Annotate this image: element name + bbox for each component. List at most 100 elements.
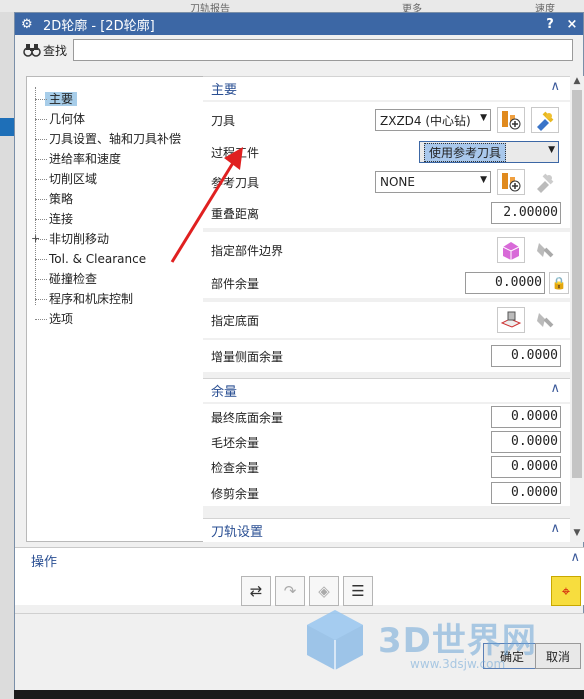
process-workpiece-value: 使用参考刀具 xyxy=(424,142,507,162)
overlap-label: 重叠距离 xyxy=(211,206,260,221)
nav-item-label: 几何体 xyxy=(49,112,86,126)
trim-stock-input[interactable]: 0.0000 xyxy=(491,482,561,504)
find-label: 查找 xyxy=(43,43,68,58)
nav-item-cut-region[interactable]: 切削区域 xyxy=(27,169,203,189)
blank-stock-input[interactable]: 0.0000 xyxy=(491,431,561,453)
nav-item-tool-settings[interactable]: 刀具设置、轴和刀具补偿 xyxy=(27,129,203,149)
nav-item-geometry[interactable]: 几何体 xyxy=(27,109,203,129)
flashlight-icon xyxy=(531,307,559,333)
nav-item-label: 选项 xyxy=(49,312,74,326)
cancel-button[interactable]: 取消 xyxy=(535,643,581,669)
background-sidebar xyxy=(0,12,14,699)
part-stock-label: 部件余量 xyxy=(211,276,260,291)
edit-tool-icon[interactable] xyxy=(531,107,559,133)
nav-item-feeds-speeds[interactable]: 进给率和速度 xyxy=(27,149,203,169)
caret-up-icon[interactable]: ∧ xyxy=(570,550,580,565)
nav-item-main[interactable]: 主要 xyxy=(27,89,203,109)
nav-item-collision[interactable]: 碰撞检查 xyxy=(27,269,203,289)
expand-icon[interactable]: + xyxy=(31,229,40,249)
dialog-titlebar[interactable]: ⚙ 2D轮廓 - [2D轮廓] ? × xyxy=(15,13,583,35)
nav-item-options[interactable]: 选项 xyxy=(27,309,203,329)
blank-stock-row: 毛坯余量 0.0000 xyxy=(203,430,570,454)
caret-up-icon[interactable]: ∧ xyxy=(550,521,560,536)
generate-icon[interactable]: ⇄ xyxy=(241,576,271,606)
blank-stock-label: 毛坯余量 xyxy=(211,435,260,450)
floor-row: 指定底面 xyxy=(203,302,570,338)
tool-select[interactable]: ZXZD4 (中心钻) ▼ xyxy=(375,109,491,131)
overlap-input[interactable]: 2.00000 xyxy=(491,202,561,224)
floor-plane-icon[interactable] xyxy=(497,307,525,333)
nav-item-label: 程序和机床控制 xyxy=(49,292,134,306)
verify-icon: ◈ xyxy=(309,576,339,606)
help-button[interactable]: ? xyxy=(539,17,561,32)
section-main-header[interactable]: 主要 ∧ xyxy=(203,76,570,100)
background-tab xyxy=(0,118,14,136)
nav-item-label: 连接 xyxy=(49,212,74,226)
new-ref-tool-icon[interactable] xyxy=(497,169,525,195)
ref-tool-select[interactable]: NONE ▼ xyxy=(375,171,491,193)
lock-icon[interactable]: 🔒 xyxy=(549,272,569,294)
nav-item-label: 主要 xyxy=(45,92,78,106)
chevron-down-icon: ▼ xyxy=(480,113,487,123)
replay-icon: ↷ xyxy=(275,576,305,606)
binoculars-icon xyxy=(23,42,41,58)
nav-item-label: 策略 xyxy=(49,192,74,206)
panel-scrollbar[interactable]: ▲ ▼ xyxy=(570,76,584,542)
section-title: 主要 xyxy=(211,83,238,98)
list-icon[interactable]: ☰ xyxy=(343,576,373,606)
nav-item-machine-control[interactable]: 程序和机床控制 xyxy=(27,289,203,309)
part-boundary-icon[interactable] xyxy=(497,237,525,263)
section-path-header[interactable]: 刀轨设置 ∧ xyxy=(203,518,570,542)
process-workpiece-label: 过程工件 xyxy=(211,145,260,160)
part-boundary-row: 指定部件边界 xyxy=(203,232,570,268)
nav-item-label: 进给率和速度 xyxy=(49,152,122,166)
edit-ref-tool-icon xyxy=(531,169,559,195)
overlap-row: 重叠距离 2.00000 xyxy=(203,198,570,228)
caret-up-icon[interactable]: ∧ xyxy=(550,79,560,94)
final-floor-label: 最终底面余量 xyxy=(211,410,284,425)
part-stock-input[interactable]: 0.0000 xyxy=(465,272,545,294)
side-stock-row: 增量侧面余量 0.0000 xyxy=(203,340,570,372)
caret-up-icon[interactable]: ∧ xyxy=(550,381,560,396)
scroll-thumb[interactable] xyxy=(572,90,582,478)
part-boundary-label: 指定部件边界 xyxy=(211,243,284,258)
close-button[interactable]: × xyxy=(561,17,583,32)
process-workpiece-select[interactable]: 使用参考刀具 ▼ xyxy=(419,141,559,163)
floor-label: 指定底面 xyxy=(211,313,260,328)
tool-select-value: ZXZD4 (中心钻) xyxy=(380,113,471,128)
section-stock-header[interactable]: 余量 ∧ xyxy=(203,378,570,402)
new-tool-icon[interactable] xyxy=(497,107,525,133)
find-input[interactable] xyxy=(73,39,574,61)
ok-button[interactable]: 确定 xyxy=(483,643,541,669)
section-title: 余量 xyxy=(211,385,238,400)
final-floor-input[interactable]: 0.0000 xyxy=(491,406,561,428)
ref-tool-value: NONE xyxy=(380,175,415,189)
chevron-down-icon: ▼ xyxy=(480,175,487,185)
check-stock-row: 检查余量 0.0000 xyxy=(203,454,570,480)
process-workpiece-row: 过程工件 使用参考刀具 ▼ xyxy=(203,138,570,166)
chevron-down-icon: ▼ xyxy=(548,145,555,155)
nav-item-label: 非切削移动 xyxy=(49,232,110,246)
section-title: 刀轨设置 xyxy=(211,525,264,540)
flashlight-icon xyxy=(531,237,559,263)
trim-stock-label: 修剪余量 xyxy=(211,486,260,501)
nav-item-non-cutting[interactable]: + 非切削移动 xyxy=(27,229,203,249)
nav-item-label: Tol. & Clearance xyxy=(49,252,147,266)
nav-item-label: 切削区域 xyxy=(49,172,98,186)
dialog-title: 2D轮廓 - [2D轮廓] xyxy=(43,18,155,34)
trim-stock-row: 修剪余量 0.0000 xyxy=(203,480,570,506)
postprocess-icon[interactable]: ⌖ xyxy=(551,576,581,606)
gear-icon: ⚙ xyxy=(21,16,33,32)
nav-item-tolerance[interactable]: Tol. & Clearance xyxy=(27,249,203,269)
tool-label: 刀具 xyxy=(211,113,236,128)
final-floor-row: 最终底面余量 0.0000 xyxy=(203,404,570,430)
check-stock-label: 检查余量 xyxy=(211,460,260,475)
scroll-up-icon[interactable]: ▲ xyxy=(570,76,584,90)
nav-item-strategy[interactable]: 策略 xyxy=(27,189,203,209)
part-stock-row: 部件余量 0.0000 🔒 xyxy=(203,268,570,298)
side-stock-input[interactable]: 0.0000 xyxy=(491,345,561,367)
nav-item-connections[interactable]: 连接 xyxy=(27,209,203,229)
scroll-down-icon[interactable]: ▼ xyxy=(570,528,584,542)
nav-item-label: 碰撞检查 xyxy=(49,272,98,286)
check-stock-input[interactable]: 0.0000 xyxy=(491,456,561,478)
